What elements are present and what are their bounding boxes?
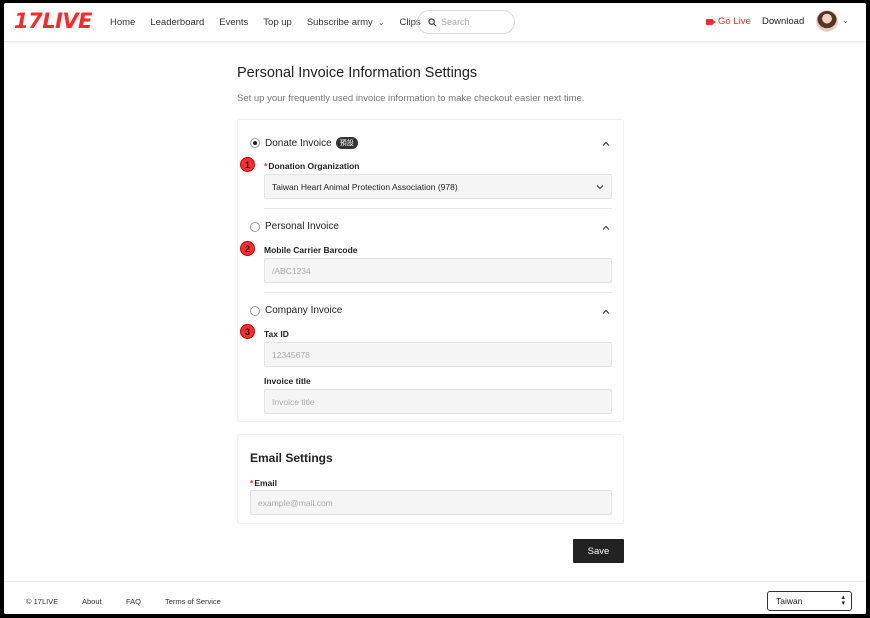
invoice-title-label: Invoice title: [264, 376, 311, 386]
copyright: © 17LIVE: [26, 597, 59, 606]
company-invoice-label: Company Invoice: [265, 305, 343, 316]
step-marker-1: 1: [240, 157, 255, 172]
chevron-down-icon: ⌄: [377, 18, 385, 27]
donate-invoice-label: Donate Invoice: [265, 137, 332, 149]
step-marker-2: 2: [240, 241, 255, 256]
nav-subscribe-army-label: Subscribe army: [306, 17, 373, 28]
company-invoice-radio[interactable]: [250, 305, 260, 316]
footer-terms-link[interactable]: Terms of Service: [165, 597, 221, 606]
up-down-arrows-icon: ▴ ▾: [841, 594, 845, 607]
avatar[interactable]: [816, 10, 838, 32]
donation-organization-text: Donation Organization: [268, 161, 360, 171]
footer: © 17LIVE About FAQ Terms of Service Taiw…: [4, 581, 866, 614]
top-navbar: 17LIVE Home Leaderboard Events Top up Su…: [4, 3, 866, 42]
region-select[interactable]: Taiwan ▴ ▾: [767, 591, 852, 611]
mobile-carrier-barcode-input[interactable]: /ABC1234: [264, 258, 612, 283]
camera-icon: [706, 18, 716, 25]
nav-leaderboard[interactable]: Leaderboard: [150, 17, 204, 28]
download-link[interactable]: Download: [762, 16, 804, 27]
chevron-up-icon[interactable]: [601, 307, 611, 317]
app-window: 17LIVE Home Leaderboard Events Top up Su…: [4, 3, 866, 614]
nav-top-up[interactable]: Top up: [263, 17, 292, 28]
search-box[interactable]: [417, 10, 515, 34]
donate-invoice-radio[interactable]: [250, 138, 260, 148]
go-live-button[interactable]: Go Live: [706, 16, 751, 27]
search-icon: [428, 17, 437, 26]
page-title: Personal Invoice Information Settings: [237, 65, 478, 81]
main-nav: Home Leaderboard Events Top up Subscribe…: [110, 3, 436, 42]
nav-home[interactable]: Home: [110, 17, 135, 28]
email-settings-title: Email Settings: [250, 451, 333, 465]
email-settings-card: Email Settings *Email example@mail.com: [237, 434, 624, 524]
company-invoice-option[interactable]: Company Invoice: [250, 305, 342, 316]
step-marker-3: 3: [240, 324, 255, 339]
chevron-down-icon[interactable]: ⌄: [842, 16, 849, 25]
personal-invoice-label: Personal Invoice: [265, 221, 339, 232]
tax-id-label: Tax ID: [264, 329, 289, 339]
mobile-carrier-barcode-label: Mobile Carrier Barcode: [264, 245, 358, 255]
required-mark: *: [250, 478, 254, 488]
logo[interactable]: 17LIVE: [14, 9, 93, 33]
nav-home-label: Home: [110, 17, 136, 28]
donation-organization-select[interactable]: Taiwan Heart Animal Protection Associati…: [264, 174, 612, 199]
invoice-settings-card: Donate Invoice 預設 1 *Donation Organizati…: [237, 119, 624, 422]
tax-id-input[interactable]: 12345678: [264, 342, 612, 367]
nav-events[interactable]: Events: [219, 17, 248, 28]
chevron-down-icon: [596, 184, 604, 189]
required-mark: *: [264, 161, 268, 171]
footer-about-link[interactable]: About: [82, 597, 102, 606]
donate-invoice-option[interactable]: Donate Invoice 預設: [250, 137, 358, 149]
email-input[interactable]: example@mail.com: [250, 490, 612, 515]
chevron-up-icon[interactable]: [601, 139, 611, 149]
divider: [264, 292, 612, 293]
personal-invoice-radio[interactable]: [250, 221, 260, 232]
chevron-up-icon[interactable]: [601, 223, 611, 233]
page-subtitle: Set up your frequently used invoice info…: [237, 93, 585, 104]
region-value: Taiwan: [776, 596, 803, 606]
default-badge: 預設: [335, 137, 358, 149]
search-input[interactable]: [441, 17, 511, 27]
go-live-label: Go Live: [718, 16, 751, 27]
donation-organization-value: Taiwan Heart Animal Protection Associati…: [272, 181, 458, 192]
save-button[interactable]: Save: [573, 539, 624, 563]
nav-leaderboard-label: Leaderboard: [150, 17, 205, 28]
personal-invoice-option[interactable]: Personal Invoice: [250, 221, 339, 232]
nav-events-label: Events: [219, 17, 249, 28]
divider: [264, 208, 612, 209]
email-label: *Email: [250, 478, 277, 488]
footer-faq-link[interactable]: FAQ: [126, 597, 141, 606]
donation-organization-label: *Donation Organization: [264, 161, 359, 171]
nav-top-up-label: Top up: [263, 17, 292, 28]
email-label-text: Email: [254, 478, 277, 488]
invoice-title-input[interactable]: Invoice title: [264, 389, 612, 414]
nav-subscribe-army[interactable]: Subscribe army ⌄: [307, 17, 385, 28]
